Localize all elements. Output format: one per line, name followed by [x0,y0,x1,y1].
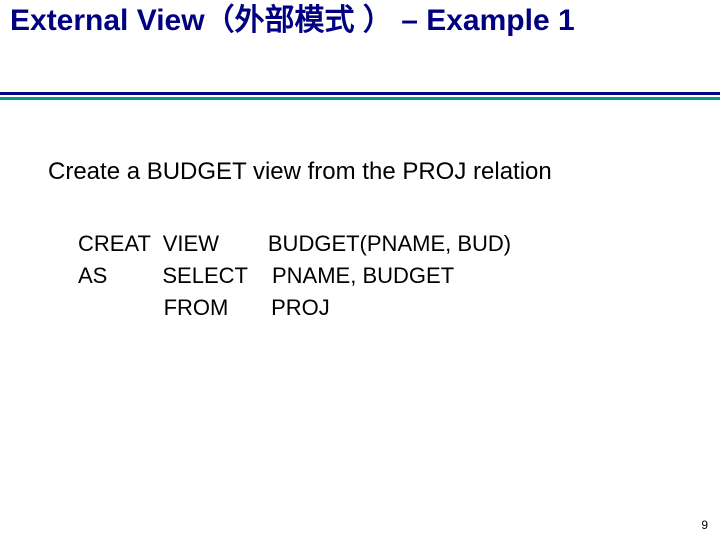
code-block: CREAT VIEW BUDGET(PNAME, BUD) AS SELECT … [78,228,511,324]
slide-title: External View（外部模式 ） – Example 1 [10,2,710,40]
divider-top [0,92,720,95]
divider-bottom [0,97,720,100]
title-underline [0,92,720,100]
slide: External View（外部模式 ） – Example 1 Create … [0,0,720,540]
page-number: 9 [701,518,708,532]
subheading: Create a BUDGET view from the PROJ relat… [48,158,552,186]
